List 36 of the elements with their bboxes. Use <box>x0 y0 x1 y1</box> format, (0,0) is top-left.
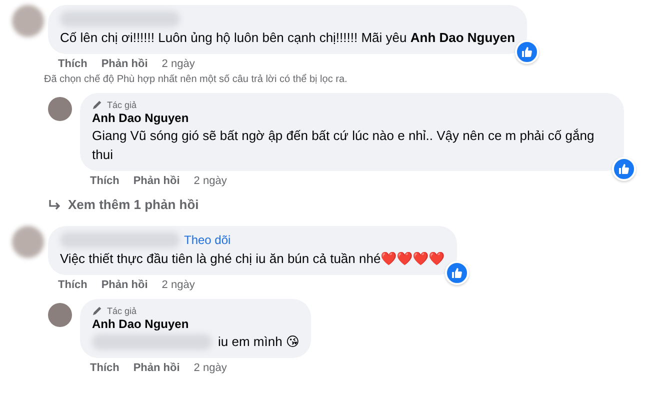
action-link[interactable]: Thích <box>58 58 88 70</box>
follow-link[interactable]: Theo dõi <box>184 233 231 247</box>
reply-arrow-icon <box>48 200 62 210</box>
avatar[interactable] <box>48 303 72 327</box>
action-link[interactable]: Thích <box>58 279 88 291</box>
action-link[interactable]: Phản hồi <box>133 362 180 374</box>
action-link[interactable]: Thích <box>90 362 120 374</box>
timestamp[interactable]: 2 ngày <box>162 58 195 70</box>
timestamp[interactable]: 2 ngày <box>194 362 227 374</box>
action-link[interactable]: Phản hồi <box>133 175 180 187</box>
timestamp[interactable]: 2 ngày <box>162 279 195 291</box>
pen-icon <box>92 99 103 110</box>
author-badge-label: Tác giả <box>107 100 137 110</box>
avatar[interactable] <box>12 226 44 258</box>
action-link[interactable]: Phản hồi <box>101 279 148 291</box>
author-name[interactable]: Anh Dao Nguyen <box>92 317 189 331</box>
filter-notice: Đã chọn chế độ Phù hợp nhất nên một số câu trả lời có thể bị lọc ra. <box>44 72 348 85</box>
comment-text: Giang Vũ sóng gió sẽ bất ngờ ập đến bất cứ lúc nào e nhỉ.. Vậy nên ce m phải cố gắng thui <box>92 127 596 164</box>
comment-text: iu em mình 😘 <box>218 333 300 351</box>
avatar[interactable] <box>48 97 72 121</box>
pen-icon <box>92 305 103 316</box>
author-badge-label: Tác giả <box>107 306 137 316</box>
more-replies-link[interactable]: Xem thêm 1 phản hồi <box>48 197 624 212</box>
action-link[interactable]: Thích <box>90 175 120 187</box>
action-link[interactable]: Phản hồi <box>101 58 148 70</box>
comment-text: Việc thiết thực đầu tiên là ghé chị iu ăn bún cả tuần nhé❤❤❤❤ <box>60 250 445 268</box>
thumbs-up-icon <box>521 46 534 58</box>
like-reaction-icon[interactable] <box>515 40 540 64</box>
comment-text: Cố lên chị ơi!!!!!! Luôn ủng hộ luôn bên cạnh chị!!!!!! Mãi yêu Anh Dao Nguyen <box>60 29 516 47</box>
timestamp[interactable]: 2 ngày <box>194 175 227 187</box>
avatar[interactable] <box>12 5 44 37</box>
like-reaction-icon[interactable] <box>612 157 636 181</box>
thumbs-up-icon <box>618 163 630 175</box>
author-name[interactable]: Anh Dao Nguyen <box>92 111 189 125</box>
thumbs-up-icon <box>450 267 463 279</box>
like-reaction-icon[interactable] <box>444 261 469 285</box>
